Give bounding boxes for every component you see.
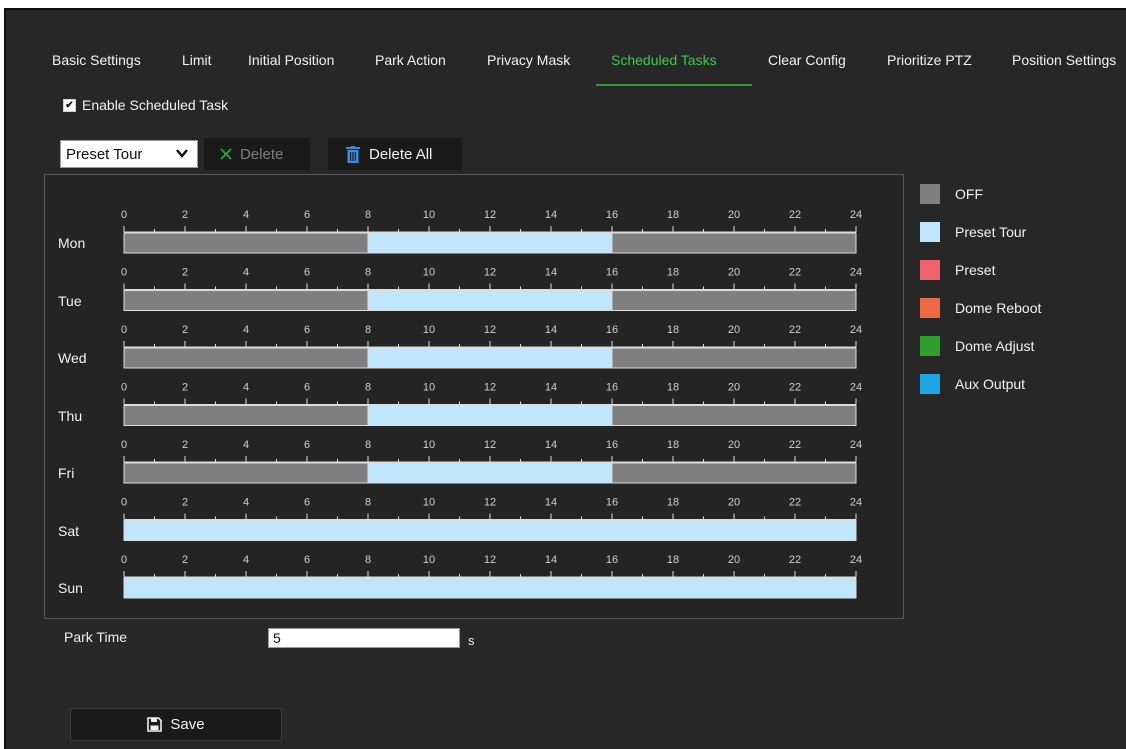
enable-scheduled-task-label: Enable Scheduled Task [82,97,229,113]
legend-label: Dome Reboot [955,300,1042,316]
task-type-select[interactable]: Preset Tour [60,140,198,168]
park-time-unit: s [468,633,475,648]
legend-swatch [920,374,940,394]
legend-label: Preset [955,262,996,278]
legend-item-dome-adjust[interactable]: Dome Adjust [920,336,1034,356]
tab-scheduled-tasks[interactable]: Scheduled Tasks [611,52,717,68]
day-label-fri: Fri [58,465,75,481]
tab-limit[interactable]: Limit [182,52,212,68]
legend-item-aux-output[interactable]: Aux Output [920,374,1025,394]
day-label-sun: Sun [58,580,83,596]
park-time-label: Park Time [64,629,128,645]
park-time-input[interactable]: 5 [268,628,460,648]
legend-item-dome-reboot[interactable]: Dome Reboot [920,298,1041,318]
tab-basic-settings[interactable]: Basic Settings [52,52,141,68]
day-label-thu: Thu [58,407,83,424]
legend-item-off[interactable]: OFF [920,184,983,204]
day-label-sat: Sat [58,522,80,539]
legend-swatch [920,298,940,318]
tab-privacy-mask[interactable]: Privacy Mask [487,52,570,68]
schedule-grid [44,174,904,619]
legend-label: Preset Tour [955,224,1027,240]
tab-clear-config[interactable]: Clear Config [768,52,846,68]
enable-scheduled-task-row: ✔ Enable Scheduled Task [63,97,228,113]
legend-swatch [920,184,940,204]
close-icon [220,148,232,160]
chevron-down-icon [176,149,188,158]
active-tab-indicator [596,84,752,86]
delete-all-button-label: Delete All [369,145,433,163]
day-label-mon: Mon [58,235,86,251]
trash-icon [346,145,360,163]
delete-button[interactable]: Delete [204,138,310,170]
delete-button-label: Delete [240,145,284,163]
tab-position-settings[interactable]: Position Settings [1012,52,1116,68]
legend-swatch [920,222,940,242]
legend-label: Aux Output [955,376,1026,392]
save-button[interactable]: Save [70,708,282,741]
day-label-tue: Tue [58,292,82,309]
legend-label: Dome Adjust [955,338,1035,354]
legend-item-preset[interactable]: Preset [920,260,995,280]
tab-bar: Basic Settings Limit Initial Position Pa… [6,10,1126,90]
task-type-select-value: Preset Tour [66,145,143,163]
day-label-wed: Wed [58,350,87,366]
tab-park-action[interactable]: Park Action [375,52,446,68]
tab-prioritize-ptz[interactable]: Prioritize PTZ [887,52,972,68]
legend-swatch [920,260,940,280]
legend-label: OFF [955,186,983,202]
save-button-label: Save [170,716,205,733]
enable-scheduled-task-checkbox[interactable]: ✔ [63,98,76,112]
legend-item-preset-tour[interactable]: Preset Tour [920,222,1026,242]
tab-initial-position[interactable]: Initial Position [248,52,334,68]
delete-all-button[interactable]: Delete All [328,138,462,170]
legend-swatch [920,336,940,356]
floppy-disk-icon [147,717,163,732]
